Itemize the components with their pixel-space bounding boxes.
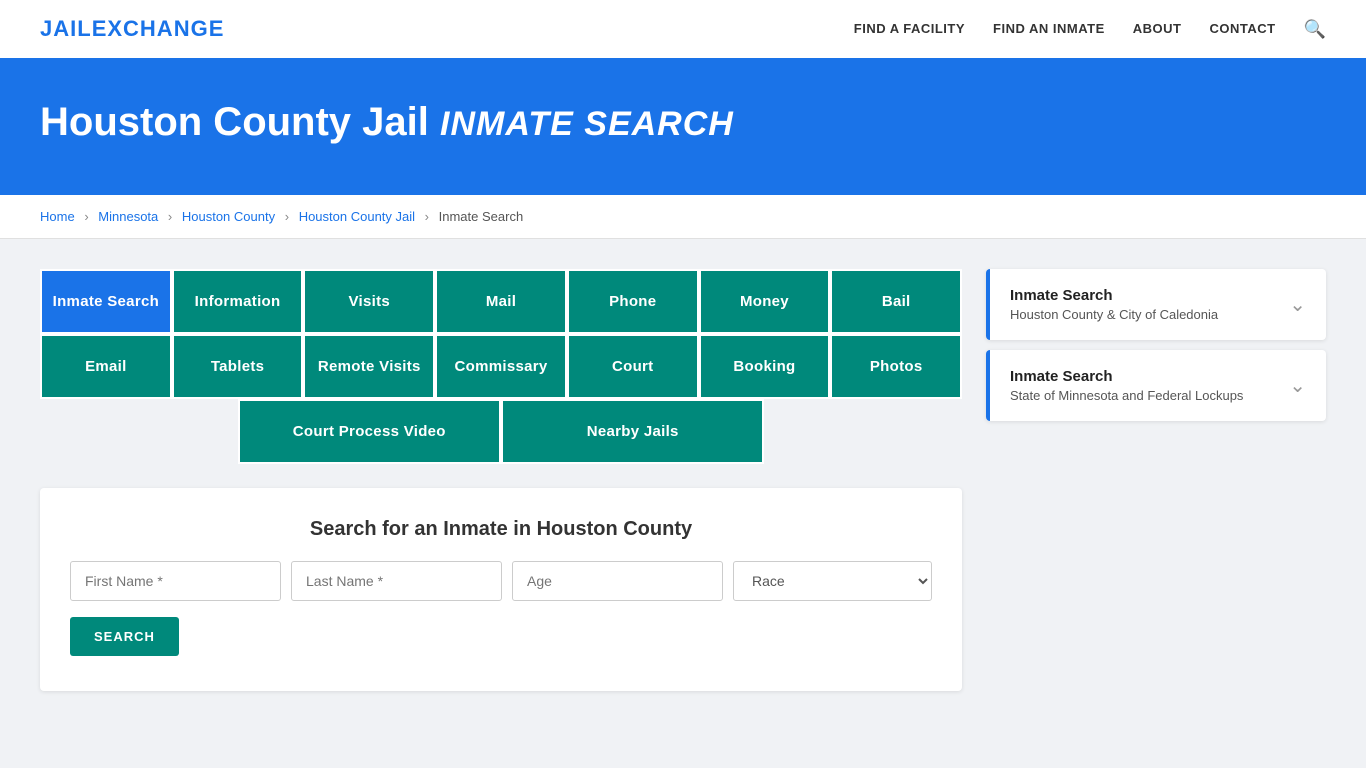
nav-about[interactable]: ABOUT (1133, 21, 1182, 36)
btn-booking[interactable]: Booking (699, 334, 831, 399)
right-sidebar: Inmate Search Houston County & City of C… (986, 269, 1326, 431)
left-panel: Inmate Search Information Visits Mail Ph… (40, 269, 962, 691)
btn-phone[interactable]: Phone (567, 269, 699, 334)
search-icon[interactable]: 🔍 (1304, 19, 1326, 39)
sep-3: › (285, 209, 289, 224)
btn-bail[interactable]: Bail (830, 269, 962, 334)
btn-visits[interactable]: Visits (303, 269, 435, 334)
breadcrumb-houston-county[interactable]: Houston County (182, 209, 275, 224)
btn-email[interactable]: Email (40, 334, 172, 399)
logo-exchange: EXCHANGE (92, 16, 225, 41)
hero-section: Houston County Jail INMATE SEARCH (0, 60, 1366, 195)
btn-inmate-search[interactable]: Inmate Search (40, 269, 172, 334)
chevron-down-icon: ⌄ (1289, 292, 1306, 317)
chevron-down-icon-2: ⌄ (1289, 373, 1306, 398)
btn-remote-visits[interactable]: Remote Visits (303, 334, 435, 399)
btn-court-process-video[interactable]: Court Process Video (238, 399, 501, 464)
nav-contact[interactable]: CONTACT (1209, 21, 1275, 36)
race-select[interactable]: Race White Black Hispanic Asian Native A… (733, 561, 932, 601)
sidebar-card-houston-inner: Inmate Search Houston County & City of C… (986, 269, 1326, 340)
last-name-input[interactable] (291, 561, 502, 601)
button-grid: Inmate Search Information Visits Mail Ph… (40, 269, 962, 464)
page-title: Houston County Jail INMATE SEARCH (40, 100, 1326, 145)
logo[interactable]: JAILEXCHANGE (40, 16, 224, 42)
nav-find-inmate[interactable]: FIND AN INMATE (993, 21, 1105, 36)
breadcrumb-current: Inmate Search (439, 209, 524, 224)
sidebar-card-houston-text: Inmate Search Houston County & City of C… (1010, 287, 1218, 322)
btn-row-1: Inmate Search Information Visits Mail Ph… (40, 269, 962, 334)
age-input[interactable] (512, 561, 723, 601)
nav-find-facility[interactable]: FIND A FACILITY (854, 21, 965, 36)
btn-photos[interactable]: Photos (830, 334, 962, 399)
btn-row-2: Email Tablets Remote Visits Commissary C… (40, 334, 962, 399)
sep-2: › (168, 209, 172, 224)
btn-commissary[interactable]: Commissary (435, 334, 567, 399)
sep-1: › (84, 209, 88, 224)
search-form-title: Search for an Inmate in Houston County (70, 518, 932, 541)
sidebar-card-houston[interactable]: Inmate Search Houston County & City of C… (986, 269, 1326, 340)
hero-title-italic: INMATE SEARCH (440, 105, 734, 143)
breadcrumb-minnesota[interactable]: Minnesota (98, 209, 158, 224)
btn-information[interactable]: Information (172, 269, 304, 334)
sidebar-card-minnesota-title: Inmate Search (1010, 368, 1243, 385)
btn-row-3: Court Process Video Nearby Jails (40, 399, 962, 464)
sidebar-card-houston-sub: Houston County & City of Caledonia (1010, 307, 1218, 322)
sidebar-card-minnesota[interactable]: Inmate Search State of Minnesota and Fed… (986, 350, 1326, 421)
btn-nearby-jails[interactable]: Nearby Jails (501, 399, 764, 464)
breadcrumb-houston-county-jail[interactable]: Houston County Jail (299, 209, 415, 224)
btn-money[interactable]: Money (699, 269, 831, 334)
form-row-names: Race White Black Hispanic Asian Native A… (70, 561, 932, 601)
breadcrumb-home[interactable]: Home (40, 209, 75, 224)
sidebar-card-houston-title: Inmate Search (1010, 287, 1218, 304)
search-form-box: Search for an Inmate in Houston County R… (40, 488, 962, 691)
sidebar-card-minnesota-text: Inmate Search State of Minnesota and Fed… (1010, 368, 1243, 403)
navbar: JAILEXCHANGE FIND A FACILITY FIND AN INM… (0, 0, 1366, 60)
sep-4: › (425, 209, 429, 224)
sidebar-card-minnesota-inner: Inmate Search State of Minnesota and Fed… (986, 350, 1326, 421)
hero-title-main: Houston County Jail (40, 100, 429, 144)
sidebar-card-minnesota-sub: State of Minnesota and Federal Lockups (1010, 388, 1243, 403)
first-name-input[interactable] (70, 561, 281, 601)
nav-links: FIND A FACILITY FIND AN INMATE ABOUT CON… (854, 19, 1326, 40)
btn-mail[interactable]: Mail (435, 269, 567, 334)
main-content: Inmate Search Information Visits Mail Ph… (0, 239, 1366, 721)
btn-court[interactable]: Court (567, 334, 699, 399)
breadcrumb: Home › Minnesota › Houston County › Hous… (0, 195, 1366, 239)
btn-tablets[interactable]: Tablets (172, 334, 304, 399)
search-button[interactable]: SEARCH (70, 617, 179, 656)
logo-jail: JAIL (40, 16, 92, 41)
